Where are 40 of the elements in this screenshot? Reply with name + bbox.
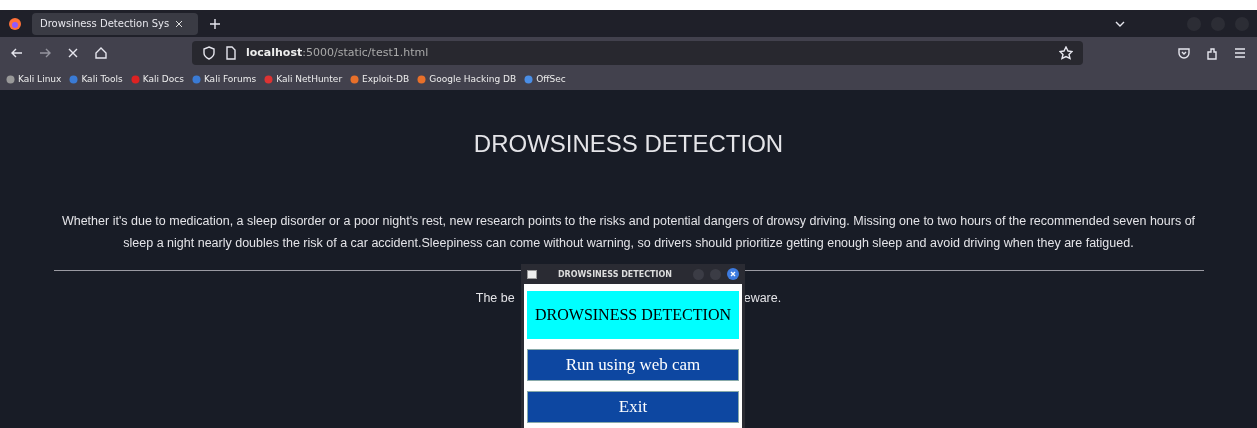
pocket-icon[interactable] xyxy=(1177,45,1191,60)
home-icon[interactable] xyxy=(94,45,108,60)
page-icon[interactable] xyxy=(224,45,238,60)
bookmark-icon xyxy=(6,74,15,84)
close-icon[interactable] xyxy=(175,19,184,28)
intro-paragraph: Whether it's due to medication, a sleep disorder or a poor night's rest, new research points to the risks and potential dangers of drowsy driving. Missing one to two hours of the recommended seven hours of sleep a night nearly doubles the risk of a car accident.Sleepiness can come without warning, so drivers should prioritize getting enough sleep and avoid driving when they are fatigued. xyxy=(60,213,1197,252)
bookmark-link[interactable]: OffSec xyxy=(524,74,566,84)
bookmark-link[interactable]: Kali Forums xyxy=(191,74,257,84)
bookmark-icon xyxy=(417,74,427,84)
app-banner: DROWSINESS DETECTION xyxy=(527,291,739,339)
browser-logo-icon[interactable] xyxy=(8,16,22,31)
page-text: eware. xyxy=(743,291,782,305)
bookmark-icon xyxy=(524,74,534,84)
bookmark-link[interactable]: Kali Docs xyxy=(130,74,184,84)
bookmark-icon xyxy=(264,74,274,84)
menu-icon[interactable] xyxy=(1233,45,1247,60)
new-tab-icon[interactable] xyxy=(208,16,222,31)
run-button[interactable]: Run using web cam xyxy=(527,349,739,381)
bookmark-link[interactable]: Exploit-DB xyxy=(350,74,410,84)
close-icon[interactable] xyxy=(727,268,739,280)
url-text: localhost:5000/static/test1.html xyxy=(246,46,429,59)
bookmark-icon xyxy=(69,74,79,84)
page-heading: DROWSINESS DETECTION xyxy=(473,130,784,158)
bookmark-icon xyxy=(191,74,201,84)
bookmark-link[interactable]: Kali Linux xyxy=(6,74,62,84)
bookmark-link[interactable]: Kali Tools xyxy=(69,74,123,84)
window-icon xyxy=(527,269,537,279)
bookmark-icon xyxy=(350,74,360,84)
dialog-title: DROWSINESS DETECTION xyxy=(556,269,674,279)
exit-button[interactable]: Exit xyxy=(527,391,739,423)
bookmark-link[interactable]: Google Hacking DB xyxy=(417,74,517,84)
tab-title: Drowsiness Detection Sys xyxy=(40,18,170,29)
star-icon[interactable] xyxy=(1059,45,1073,60)
shield-icon[interactable] xyxy=(202,45,216,60)
page-text: The be xyxy=(475,291,515,305)
bookmark-icon xyxy=(130,74,140,84)
bookmark-link[interactable]: Kali NetHunter xyxy=(264,74,343,84)
browser-tab[interactable]: Drowsiness Detection Sys xyxy=(32,12,198,35)
address-field[interactable]: localhost:5000/static/test1.html xyxy=(192,40,1083,65)
extensions-icon[interactable] xyxy=(1205,45,1219,60)
